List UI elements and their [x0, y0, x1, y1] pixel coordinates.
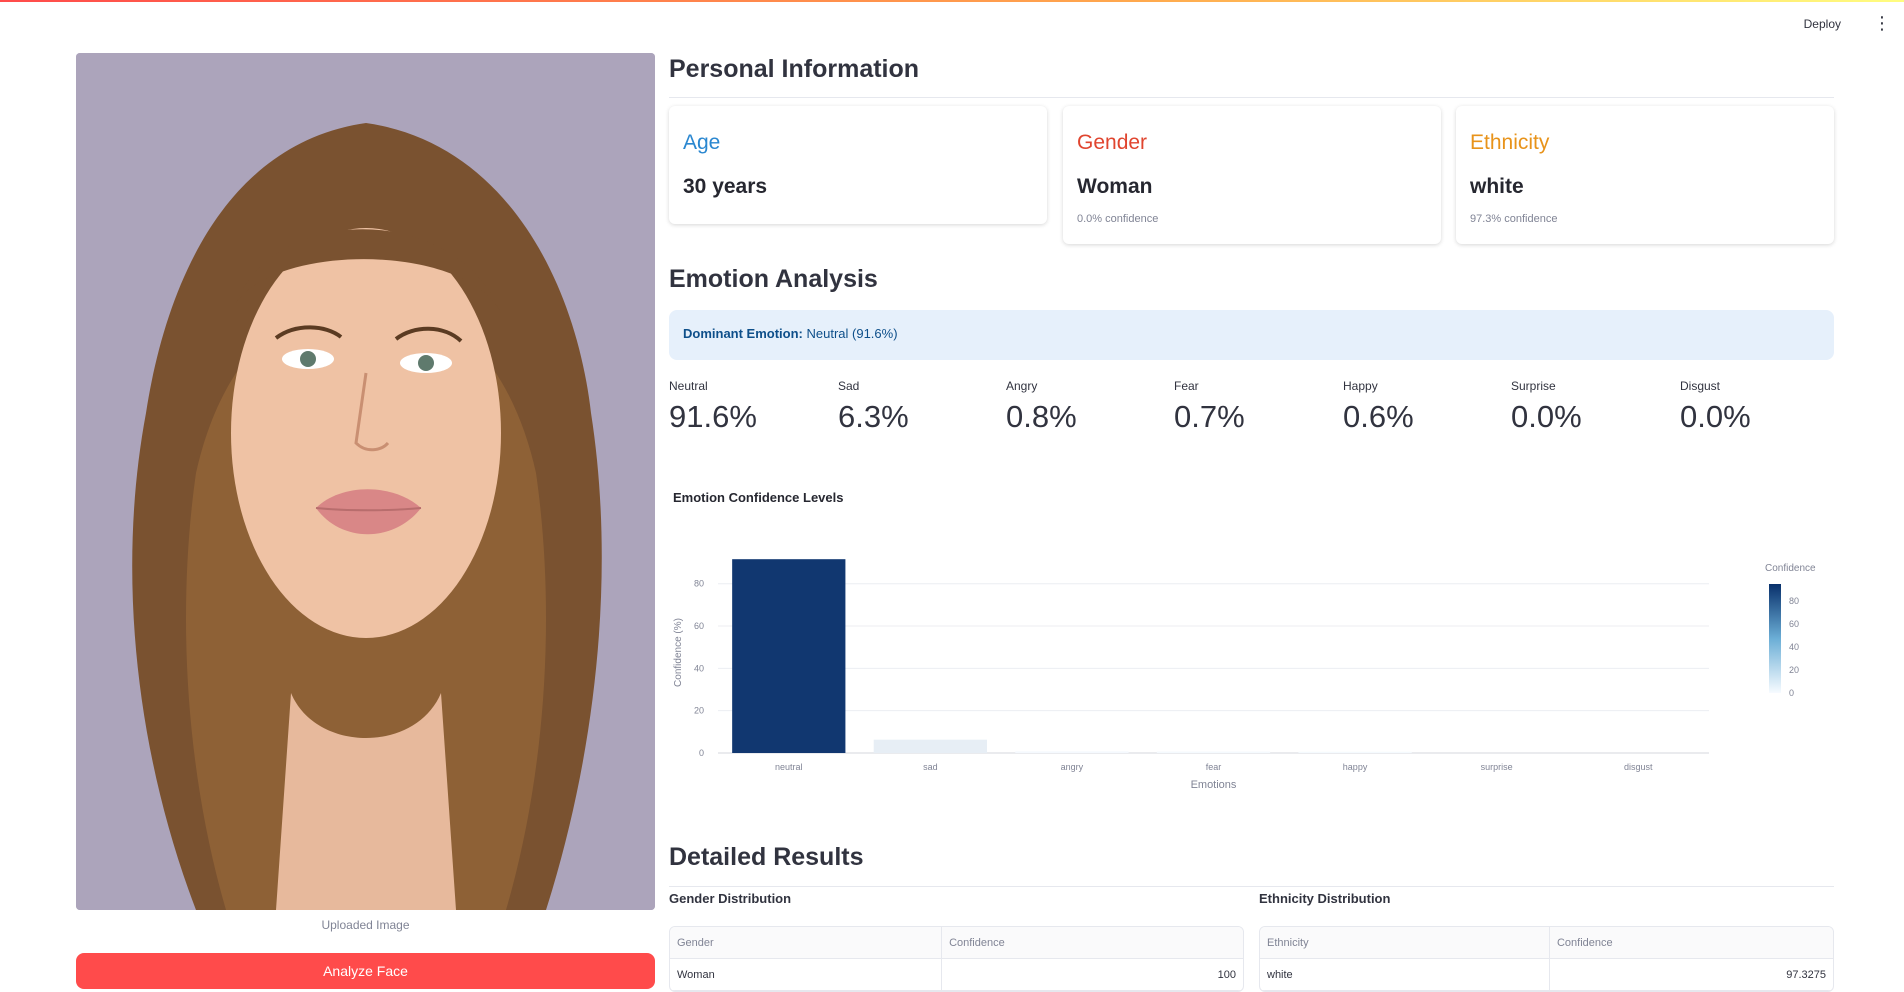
table-cell[interactable]: white: [1260, 959, 1550, 990]
gender-card: Gender Woman 0.0% confidence: [1063, 106, 1441, 244]
metric-label: Disgust: [1680, 379, 1721, 393]
x-tick-label: surprise: [1481, 762, 1513, 772]
age-value: 30 years: [683, 175, 768, 198]
emotion-analysis-title: Emotion Analysis: [669, 265, 878, 293]
dominant-emotion-value: Neutral (91.6%): [802, 326, 898, 341]
personal-info-title: Personal Information: [669, 55, 920, 83]
y-tick-label: 40: [694, 663, 704, 673]
table-header-row: Ethnicity Confidence: [1260, 927, 1833, 959]
table-cell[interactable]: 97.3275: [1550, 959, 1833, 990]
ethnicity-label: Ethnicity: [1470, 131, 1550, 154]
y-tick-label: 20: [694, 706, 704, 716]
gender-distribution-title: Gender Distribution: [669, 891, 792, 906]
metric-neutral: Neutral 91.6%: [669, 379, 829, 435]
metric-label: Sad: [838, 379, 860, 393]
metric-value: 0.6%: [1343, 399, 1414, 434]
colorbar-tick-label: 0: [1789, 688, 1794, 698]
ethnicity-distribution-title: Ethnicity Distribution: [1259, 891, 1391, 906]
deploy-button[interactable]: Deploy: [1804, 17, 1841, 31]
divider: [669, 97, 1834, 98]
emotion-bar-chart: 0 20 40 60 80 neutral sad angry fear happy surpris…: [673, 559, 1816, 791]
gender-distribution-table[interactable]: Gender Confidence Woman 100: [669, 926, 1244, 992]
chart-title: Emotion Confidence Levels: [673, 490, 844, 505]
metric-angry: Angry 0.8%: [1006, 379, 1166, 435]
metric-value: 0.0%: [1680, 399, 1751, 434]
ethnicity-distribution-table[interactable]: Ethnicity Confidence white 97.3275: [1259, 926, 1834, 992]
column-header[interactable]: Confidence: [1549, 927, 1833, 958]
image-caption: Uploaded Image: [321, 918, 410, 932]
metric-surprise: Surprise 0.0%: [1511, 379, 1671, 435]
table-header-row: Gender Confidence: [670, 927, 1243, 959]
colorbar-tick-label: 40: [1789, 642, 1799, 652]
colorbar-title: Confidence: [1765, 563, 1816, 574]
bar: [1298, 751, 1412, 753]
x-tick-label: sad: [923, 762, 938, 772]
bar: [1156, 751, 1271, 753]
age-card: Age 30 years: [669, 106, 1047, 224]
x-tick-label: neutral: [775, 762, 803, 772]
colorbar-tick-label: 80: [1789, 596, 1799, 606]
colorbar-tick-label: 20: [1789, 665, 1799, 675]
colorbar-tick-label: 60: [1789, 619, 1799, 629]
dominant-emotion-label: Dominant Emotion:: [683, 326, 803, 341]
table-cell[interactable]: 100: [942, 959, 1243, 990]
column-header[interactable]: Ethnicity: [1260, 927, 1550, 958]
metric-happy: Happy 0.6%: [1343, 379, 1503, 435]
gender-label: Gender: [1077, 131, 1148, 154]
table-row: white 97.3275: [1260, 959, 1833, 991]
metric-label: Fear: [1174, 379, 1199, 393]
x-tick-label: fear: [1206, 762, 1222, 772]
metric-value: 91.6%: [669, 399, 757, 434]
metric-disgust: Disgust 0.0%: [1680, 379, 1840, 435]
y-tick-label: 80: [694, 579, 704, 589]
metric-value: 0.0%: [1511, 399, 1582, 434]
ethnicity-confidence: 97.3% confidence: [1470, 213, 1558, 225]
y-tick-label: 0: [699, 748, 704, 758]
metric-value: 6.3%: [838, 399, 909, 434]
age-label: Age: [683, 131, 721, 154]
y-tick-label: 60: [694, 621, 704, 631]
table-row: Woman 100: [670, 959, 1243, 991]
bar: [1015, 751, 1129, 753]
column-header[interactable]: Confidence: [942, 927, 1243, 958]
table-cell[interactable]: Woman: [670, 959, 943, 990]
x-axis-label: Emotions: [1191, 779, 1237, 791]
metric-fear: Fear 0.7%: [1174, 379, 1334, 435]
analyze-face-button[interactable]: Analyze Face: [76, 953, 655, 989]
bar: [732, 559, 846, 753]
ethnicity-card: Ethnicity white 97.3% confidence: [1456, 106, 1834, 244]
gender-value: Woman: [1077, 175, 1153, 198]
metric-label: Happy: [1343, 379, 1378, 393]
metric-label: Angry: [1006, 379, 1038, 393]
metric-label: Surprise: [1511, 379, 1556, 393]
dominant-emotion-banner: Dominant Emotion: Neutral (91.6%): [669, 310, 1834, 360]
uploaded-face-image: [76, 53, 655, 910]
detailed-results-title: Detailed Results: [669, 843, 864, 871]
x-tick-label: disgust: [1624, 762, 1653, 772]
colorbar: [1769, 584, 1781, 693]
metric-value: 0.8%: [1006, 399, 1077, 434]
y-axis-label: Confidence (%): [673, 618, 684, 687]
metric-label: Neutral: [669, 379, 708, 393]
column-header[interactable]: Gender: [670, 927, 943, 958]
divider: [669, 886, 1834, 887]
top-accent-bar: [0, 0, 1904, 2]
x-tick-label: happy: [1343, 762, 1368, 772]
metric-sad: Sad 6.3%: [838, 379, 998, 435]
gender-confidence: 0.0% confidence: [1077, 213, 1159, 225]
bar: [873, 739, 987, 753]
x-tick-label: angry: [1061, 762, 1084, 772]
more-vertical-icon[interactable]: ⋮: [1872, 13, 1892, 33]
metric-value: 0.7%: [1174, 399, 1245, 434]
ethnicity-value: white: [1470, 175, 1524, 198]
